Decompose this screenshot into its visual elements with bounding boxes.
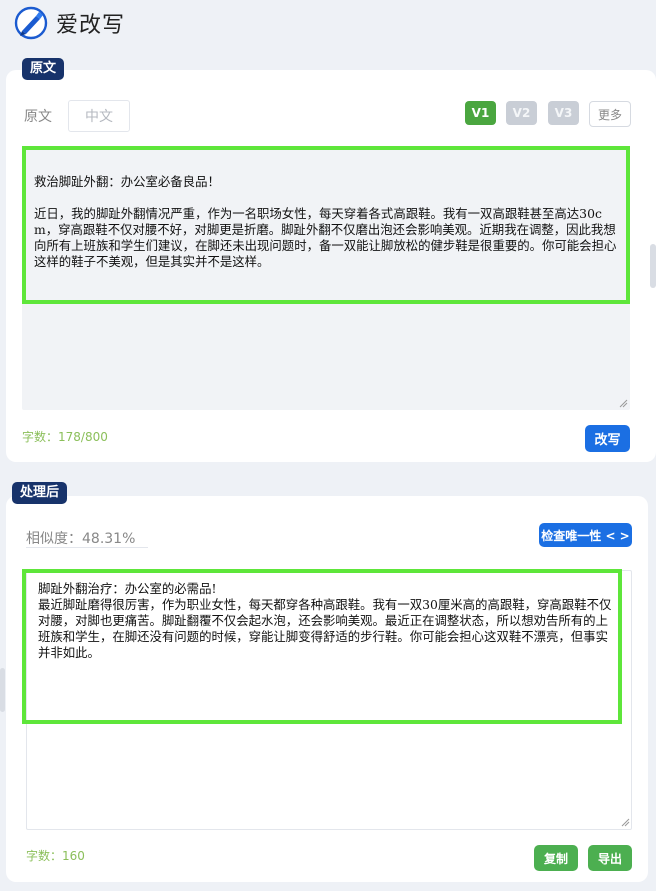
- resize-grip-icon[interactable]: [620, 817, 630, 827]
- original-field-label: 原文: [24, 109, 52, 125]
- language-select[interactable]: 中文: [68, 100, 130, 132]
- side-handle-left[interactable]: [0, 668, 5, 712]
- pen-circle-icon: [14, 6, 48, 40]
- original-char-count: 字数：178/800: [22, 430, 108, 444]
- export-button[interactable]: 导出: [588, 845, 632, 871]
- processed-text[interactable]: 脚趾外翻治疗：办公室的必需品! 最近脚趾磨得很厉害，作为职业女性，每天都穿各种高…: [38, 581, 614, 661]
- side-handle[interactable]: [650, 244, 656, 288]
- rewrite-button[interactable]: 改写: [585, 425, 630, 452]
- resize-grip-icon[interactable]: [618, 398, 628, 408]
- version-button-v2[interactable]: V2: [506, 101, 537, 125]
- similarity-underline: [26, 547, 148, 548]
- check-uniqueness-button[interactable]: 检查唯一性 < >: [539, 523, 632, 547]
- version-button-v1[interactable]: V1: [465, 101, 496, 125]
- processed-section-tag: 处理后: [12, 482, 68, 504]
- original-text[interactable]: 救治脚趾外翻：办公室必备良品！ 近日，我的脚趾外翻情况严重，作为一名职场女性，每…: [34, 174, 620, 270]
- copy-button[interactable]: 复制: [534, 845, 578, 871]
- original-section-tag: 原文: [22, 58, 65, 80]
- more-button[interactable]: 更多: [589, 101, 631, 127]
- similarity-label: 相似度：48.31%: [26, 531, 136, 547]
- version-button-v3[interactable]: V3: [548, 101, 579, 125]
- app-title: 爱改写: [56, 13, 126, 38]
- processed-char-count: 字数：160: [26, 849, 85, 863]
- app-header: 爱改写: [14, 6, 125, 40]
